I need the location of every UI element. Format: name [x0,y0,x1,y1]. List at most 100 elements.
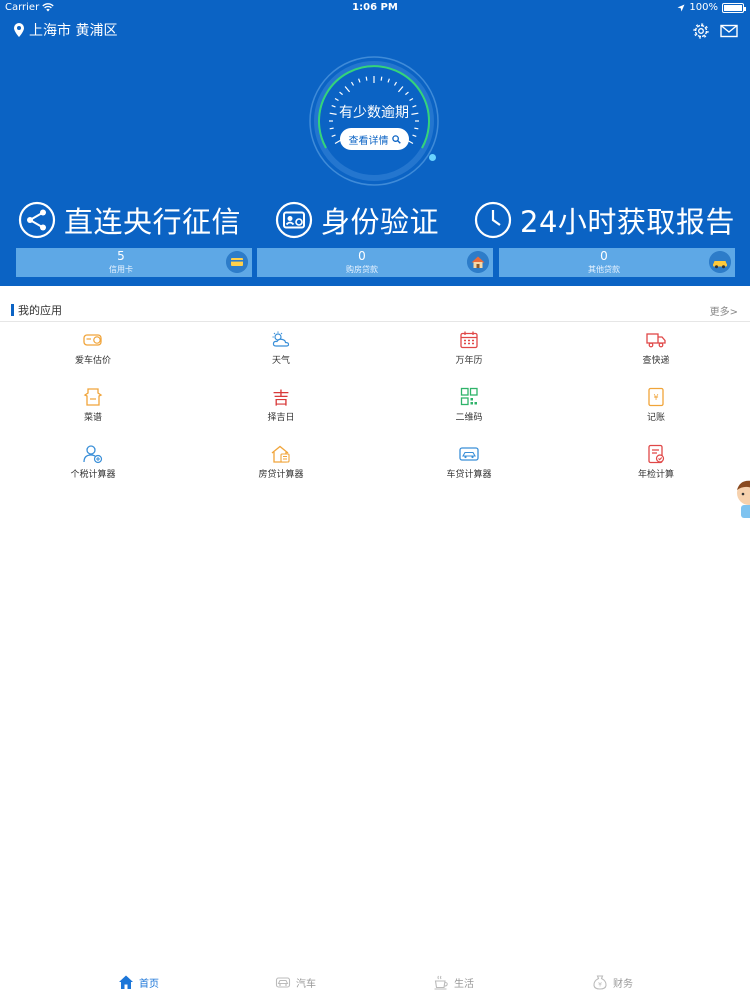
tax-person-icon [83,445,103,464]
truck-icon [646,333,666,348]
gauge-tick [412,134,417,137]
app-label: 天气 [271,356,290,366]
svg-text:¥: ¥ [598,982,602,989]
app-label: 查快递 [642,356,670,366]
gauge-tick [414,127,419,130]
section-accent-bar [11,304,14,316]
app-label: 房贷计算器 [258,470,304,480]
feature-direct-credit: 直连央行征信 [18,196,241,244]
location-label: 上海市 黄浦区 [29,23,118,39]
qr-code-icon [460,387,478,406]
gauge-tick [358,78,361,83]
app-qr-code[interactable]: 二维码 [409,387,529,433]
gauge-tick [365,76,368,81]
apron-icon [83,388,103,406]
header-panel: Carrier 1:06 PM 100% 上海市 黄浦区 有少数逾期 查看详情 [0,0,750,286]
app-label: 记账 [646,413,665,423]
gauge-tick [329,127,334,130]
app-recipes[interactable]: 菜谱 [33,387,153,433]
view-details-label: 查看详情 [348,135,389,147]
stat-home-loan[interactable]: 0 购房贷款 [257,248,493,277]
tab-home[interactable]: 首页 [118,972,159,992]
svg-text:¥: ¥ [653,393,658,402]
app-label: 菜谱 [83,413,102,423]
gear-icon [693,23,709,39]
stats-row: 5 信用卡 0 购房贷款 0 其他贷款 [16,248,736,277]
stat-value: 0 [600,249,608,263]
feature-label: 24小时获取报告 [520,205,735,239]
feature-label: 身份验证 [321,205,440,239]
gauge-tick [397,86,404,93]
house-icon [467,251,489,273]
weather-icon [272,331,290,347]
more-apps-link[interactable]: 更多> [710,303,738,318]
app-label: 个税计算器 [70,470,116,480]
app-car-loan-calculator[interactable]: 车贷计算器 [409,444,529,490]
app-express-tracking[interactable]: 查快递 [596,330,716,376]
gauge-tick [393,81,398,86]
app-bookkeeping[interactable]: ¥ 记账 [596,387,716,433]
tab-bar: 首页 汽车 生活 ¥ 财务 [0,964,750,1000]
battery-icon [722,2,746,13]
apps-section-title: 我的应用 [18,304,62,317]
car-value-icon [83,334,102,346]
tab-finance[interactable]: ¥ 财务 [592,972,633,992]
coffee-icon [434,975,448,990]
app-label: 车贷计算器 [446,470,492,480]
status-right: 100% [677,2,746,13]
tab-label: 汽车 [296,978,316,990]
app-label: 择吉日 [267,413,295,423]
svg-text:吉: 吉 [273,389,290,407]
home-icon [119,975,133,989]
gauge-tick [387,78,390,83]
id-card-icon [275,201,313,239]
mail-icon [720,24,738,38]
tab-label: 财务 [613,978,633,990]
app-label: 万年历 [455,356,483,366]
app-lucky-day[interactable]: 吉 择吉日 [221,387,341,433]
gauge-tick [409,97,414,102]
tab-label: 首页 [139,978,159,990]
app-mortgage-calculator[interactable]: 房贷计算器 [221,444,341,490]
gauge-status: 有少数逾期 [339,105,409,121]
gauge-tick [334,97,339,102]
car-tab-icon [275,977,291,988]
gauge-tick [350,81,355,86]
stat-value: 5 [117,249,125,263]
gauge-tick [331,134,336,137]
location-selector[interactable]: 上海市 黄浦区 [14,20,117,40]
settings-button[interactable] [692,22,710,40]
tab-car[interactable]: 汽车 [275,972,316,992]
stat-other-loan[interactable]: 0 其他贷款 [499,248,735,277]
tab-life[interactable]: 生活 [433,972,474,992]
tab-label: 生活 [454,978,474,990]
inspection-icon [648,444,665,464]
apps-section-header: 我的应用 更多> [0,298,750,322]
feature-label: 直连央行征信 [64,205,242,239]
stat-credit-card[interactable]: 5 信用卡 [16,248,252,277]
app-income-tax-calculator[interactable]: 个税计算器 [33,444,153,490]
gauge-tick [405,91,409,96]
location-arrow-icon [677,4,685,11]
app-weather[interactable]: 天气 [221,330,341,376]
messages-button[interactable] [720,22,738,40]
app-annual-inspection[interactable]: 年检计算 [596,444,716,490]
battery-percent: 100% [689,2,718,13]
gauge-tick [344,86,351,93]
clock-icon [474,201,512,239]
clock: 1:06 PM [352,2,398,13]
car-icon [709,251,731,273]
stat-label: 购房贷款 [346,265,378,274]
stat-label: 其他贷款 [588,265,620,274]
app-label: 二维码 [455,413,483,423]
stat-value: 0 [358,249,366,263]
battery-fill [724,4,742,11]
view-details-button[interactable]: 查看详情 [340,128,409,150]
feature-24h-report: 24小时获取报告 [474,196,735,244]
ledger-icon: ¥ [648,387,664,407]
lucky-day-icon: 吉 [273,389,290,407]
app-calendar[interactable]: 万年历 [409,330,529,376]
app-car-valuation[interactable]: 爱车估价 [33,330,153,376]
app-label: 爱车估价 [74,356,111,366]
assistant-avatar-icon[interactable] [732,478,750,520]
